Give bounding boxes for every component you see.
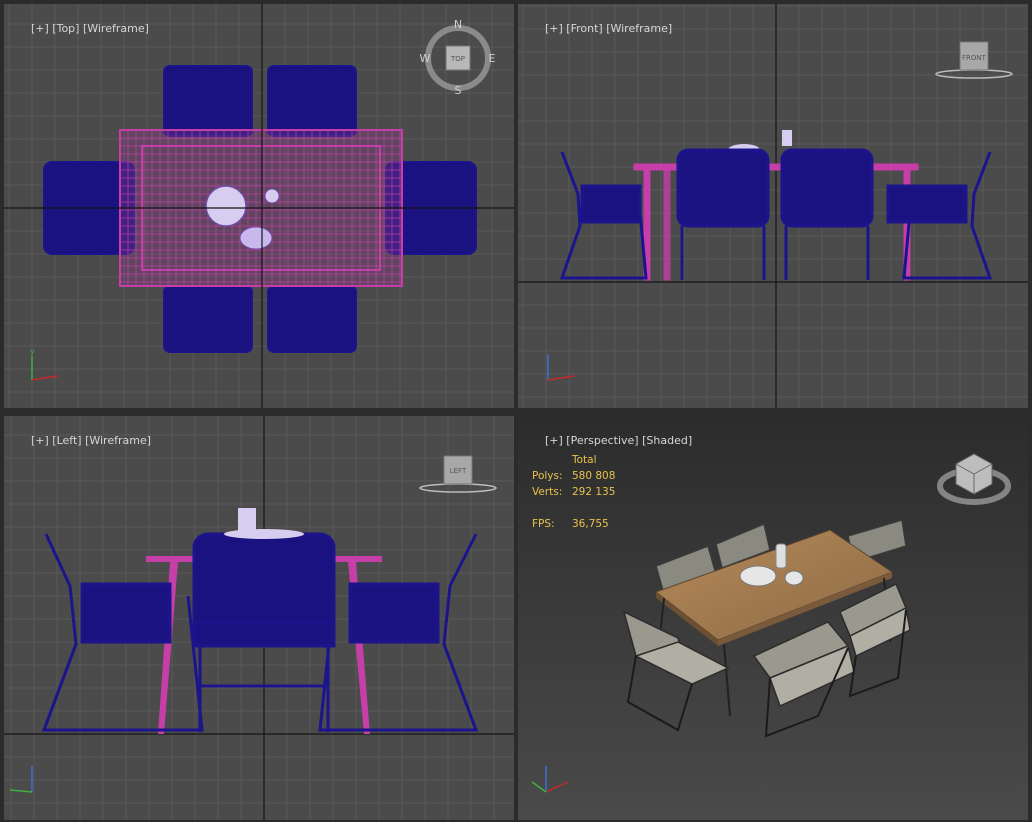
fps-label: FPS:: [532, 518, 555, 530]
glass-top: [264, 188, 280, 204]
plate-persp: [739, 565, 777, 587]
stats-header: Total: [572, 454, 597, 466]
svg-text:FRONT: FRONT: [962, 54, 987, 62]
svg-text:LEFT: LEFT: [450, 467, 467, 475]
viewport-menu-plus[interactable]: [+]: [31, 434, 49, 447]
viewport-point-of-view-menu[interactable]: [Top]: [52, 22, 79, 35]
viewport-front[interactable]: [+] [Front] [Wireframe] FRONT: [518, 4, 1028, 408]
plate-left: [224, 529, 304, 539]
chair-top-4: [267, 285, 357, 353]
viewport-top-label: [+] [Top] [Wireframe]: [10, 9, 149, 48]
svg-text:W: W: [420, 52, 431, 65]
viewport-layout: [+] [Top] [Wireframe] TOP N S E W y [+] …: [0, 0, 1032, 822]
glass-front: [782, 130, 792, 146]
svg-text:y: y: [30, 347, 35, 356]
chair-top-2: [267, 65, 357, 137]
viewport-front-label: [+] [Front] [Wireframe]: [524, 9, 672, 48]
viewport-front-canvas: FRONT: [518, 4, 1028, 408]
vase-persp: [775, 543, 787, 569]
svg-text:E: E: [489, 52, 496, 65]
polys-value: 580 808: [572, 470, 616, 482]
viewport-shading-menu[interactable]: [Wireframe]: [83, 22, 149, 35]
chair-top-1: [163, 65, 253, 137]
viewport-top[interactable]: [+] [Top] [Wireframe] TOP N S E W y: [4, 4, 514, 408]
viewport-point-of-view-menu[interactable]: [Left]: [52, 434, 81, 447]
bowl-persp: [784, 570, 804, 586]
bowl-top: [239, 226, 273, 250]
viewport-menu-plus[interactable]: [+]: [545, 22, 563, 35]
viewport-left[interactable]: [+] [Left] [Wireframe] LEFT: [4, 416, 514, 820]
plate-top: [205, 185, 247, 227]
viewport-shading-menu[interactable]: [Wireframe]: [606, 22, 672, 35]
svg-text:TOP: TOP: [450, 55, 465, 63]
glass-left: [238, 508, 256, 532]
chair-top-3: [163, 285, 253, 353]
viewport-point-of-view-menu[interactable]: [Perspective]: [566, 434, 638, 447]
fps-value: 36,755: [572, 518, 609, 530]
svg-text:S: S: [455, 84, 462, 97]
viewport-menu-plus[interactable]: [+]: [545, 434, 563, 447]
viewport-perspective[interactable]: [+] [Perspective] [Shaded] Total Polys: 5…: [518, 416, 1028, 820]
svg-text:N: N: [454, 18, 462, 31]
viewport-left-label: [+] [Left] [Wireframe]: [10, 421, 151, 460]
viewport-left-canvas: LEFT: [4, 416, 514, 820]
viewport-shading-menu[interactable]: [Shaded]: [642, 434, 692, 447]
verts-label: Verts:: [532, 486, 563, 498]
statistics-overlay: Total Polys: 580 808 Verts: 292 135 FPS: 36…: [532, 452, 615, 532]
viewport-menu-plus[interactable]: [+]: [31, 22, 49, 35]
viewport-shading-menu[interactable]: [Wireframe]: [85, 434, 151, 447]
viewport-point-of-view-menu[interactable]: [Front]: [566, 22, 602, 35]
viewport-top-canvas: TOP N S E W y: [4, 4, 514, 408]
verts-value: 292 135: [572, 486, 616, 498]
polys-label: Polys:: [532, 470, 563, 482]
